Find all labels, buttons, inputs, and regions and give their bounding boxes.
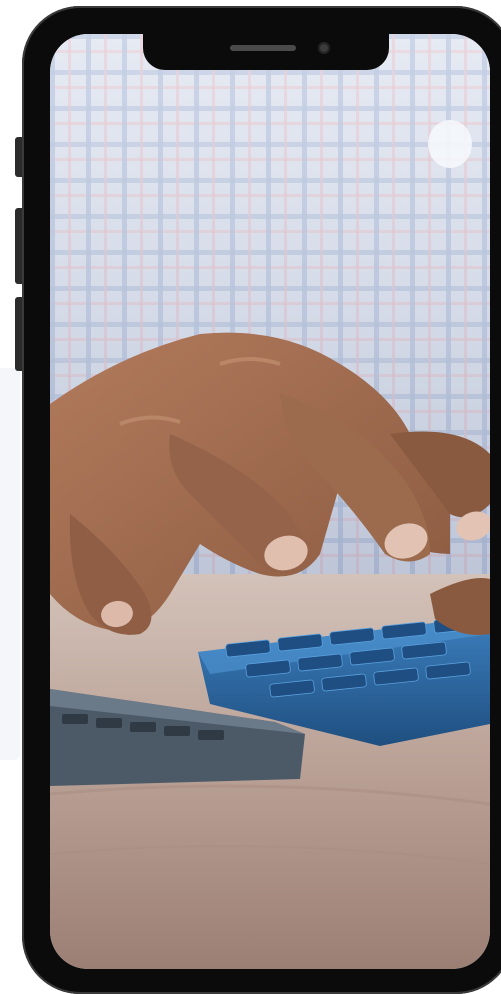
volume-up-button [15, 208, 22, 284]
phone-notch [143, 30, 389, 70]
calculator-photo [50, 34, 490, 969]
stage [0, 0, 501, 994]
mute-switch [15, 137, 22, 177]
shirt-button [428, 120, 472, 168]
volume-down-button [15, 297, 22, 371]
speaker-grille [230, 45, 296, 51]
phone-screen [50, 34, 490, 969]
background-card [0, 368, 20, 760]
front-camera-icon [318, 42, 330, 54]
